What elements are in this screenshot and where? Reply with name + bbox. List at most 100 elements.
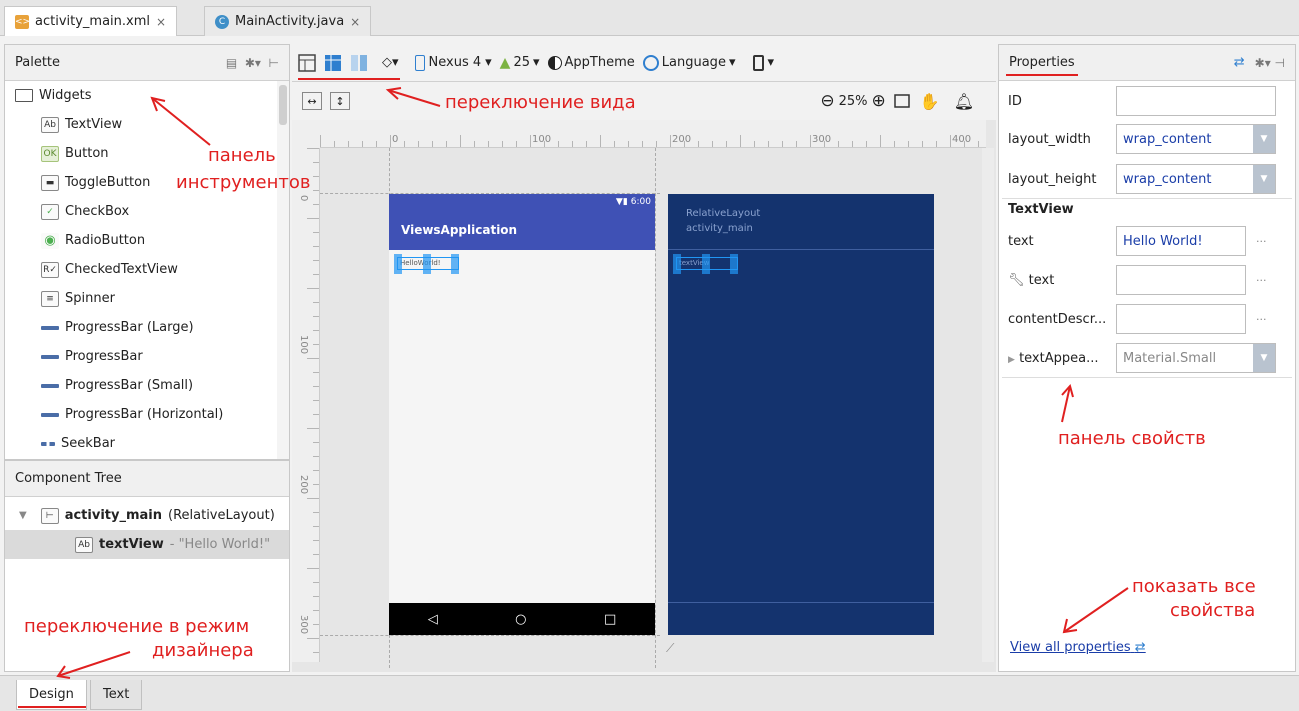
zoom-fit-icon[interactable] bbox=[894, 88, 910, 114]
recents-icon[interactable]: □ bbox=[604, 612, 616, 627]
prop-row-text: text Hello World! ··· bbox=[1002, 222, 1292, 260]
chevron-down-icon[interactable]: ▼ bbox=[1253, 125, 1275, 153]
palette-item[interactable]: ProgressBar (Large) bbox=[15, 313, 275, 342]
canvas-scrollbar[interactable] bbox=[982, 148, 994, 662]
palette-item-label: RadioButton bbox=[65, 233, 146, 248]
text-field[interactable]: Hello World! bbox=[1116, 226, 1246, 256]
more-icon[interactable]: ··· bbox=[1256, 274, 1267, 287]
prop-label-content-description: contentDescr... bbox=[1008, 311, 1107, 327]
close-icon[interactable]: × bbox=[156, 15, 166, 29]
device-selector[interactable]: Nexus 4 ▾ bbox=[414, 50, 492, 76]
tree-node-textview[interactable]: Ab textView - "Hello World!" bbox=[5, 530, 289, 559]
palette-item[interactable]: ✓ CheckBox bbox=[15, 197, 275, 226]
palette-item[interactable]: ◉ RadioButton bbox=[15, 226, 275, 255]
view-all-properties-link[interactable]: View all properties ⇄ bbox=[1010, 640, 1146, 655]
view-all-label: View all properties bbox=[1010, 640, 1131, 655]
prop-label-tools-text: 🔧︎ text bbox=[1002, 273, 1116, 288]
palette-scrollbar[interactable] bbox=[277, 81, 289, 459]
progress-icon bbox=[41, 325, 59, 330]
resize-handle-icon[interactable]: ⟋ bbox=[666, 641, 674, 656]
blueprint-view-icon[interactable] bbox=[324, 50, 342, 76]
design-view-icon[interactable] bbox=[298, 50, 316, 76]
textview-icon: Ab bbox=[75, 536, 93, 553]
layout-height-dropdown[interactable]: wrap_content ▼ bbox=[1116, 164, 1276, 194]
tree-node-activity-main[interactable]: ▼ ⊢ activity_main (RelativeLayout) bbox=[5, 501, 289, 530]
home-icon[interactable]: ○ bbox=[515, 612, 526, 627]
more-icon[interactable]: ··· bbox=[1256, 313, 1267, 326]
more-icon[interactable]: ··· bbox=[1256, 235, 1267, 248]
device-frame-icon bbox=[753, 54, 765, 71]
expand-arrow-icon[interactable]: ▼ bbox=[19, 510, 27, 521]
palette-item[interactable]: ProgressBar (Horizontal) bbox=[15, 400, 275, 429]
orientation-icon[interactable]: ◇▾ bbox=[382, 50, 399, 76]
palette-category-widgets[interactable]: Widgets bbox=[15, 81, 275, 110]
prop-label-text-appearance[interactable]: ▶ textAppea... bbox=[1002, 351, 1116, 366]
tab-activity-main-xml[interactable]: <> activity_main.xml × bbox=[4, 6, 178, 36]
progress-icon bbox=[41, 383, 59, 388]
content-description-field[interactable] bbox=[1116, 304, 1246, 334]
palette-item[interactable]: ≡ Spinner bbox=[15, 284, 275, 313]
prop-row-text-appearance: ▶ textAppea... Material.Small ▼ bbox=[1002, 339, 1292, 377]
text-appearance-dropdown[interactable]: Material.Small ▼ bbox=[1116, 343, 1276, 373]
chevron-down-icon[interactable]: ▼ bbox=[1253, 344, 1275, 372]
check-icon: ✓ bbox=[41, 203, 59, 220]
section-textview: TextView bbox=[1008, 202, 1074, 217]
app-bar: ViewsApplication bbox=[389, 210, 655, 250]
zoom-out-icon[interactable]: ⊖ bbox=[820, 88, 834, 114]
gear-icon[interactable]: ✱▾ ⊣ bbox=[1255, 56, 1285, 70]
palette-item[interactable]: R✓ CheckedTextView bbox=[15, 255, 275, 284]
notification-bell-icon[interactable]: 🔔︎ bbox=[954, 88, 974, 114]
palette-item-label: ToggleButton bbox=[65, 175, 151, 190]
blueprint-preview[interactable]: RelativeLayout activity_main textView bbox=[668, 194, 934, 635]
id-field[interactable] bbox=[1116, 86, 1276, 116]
language-selector[interactable]: Language ▾ bbox=[642, 50, 735, 76]
pan-hand-icon[interactable]: ✋ bbox=[920, 88, 940, 114]
zoom-in-icon[interactable]: ⊕ bbox=[872, 88, 886, 114]
android-icon: ▲ bbox=[499, 54, 511, 71]
palette-item[interactable]: Ab TextView bbox=[15, 110, 275, 139]
tab-label: activity_main.xml bbox=[35, 14, 151, 29]
ruler-label: 100 bbox=[298, 335, 309, 355]
tab-text[interactable]: Text bbox=[90, 680, 143, 710]
category-label: Widgets bbox=[39, 88, 92, 103]
spinner-icon: ≡ bbox=[41, 290, 59, 307]
theme-selector[interactable]: AppTheme bbox=[547, 50, 635, 76]
relative-layout-icon: ⊢ bbox=[40, 507, 59, 524]
layout-width-value: wrap_content bbox=[1123, 131, 1212, 147]
fit-width-icon[interactable]: ↔ bbox=[302, 92, 322, 110]
back-icon[interactable]: ◁ bbox=[428, 612, 438, 627]
palette-header-icons[interactable]: ▤ ✱▾ ⊢ bbox=[226, 56, 279, 70]
annotation-view-switch: переключение вида bbox=[445, 92, 636, 113]
palette-item[interactable]: ProgressBar bbox=[15, 342, 275, 371]
swap-icon[interactable]: ⇄ bbox=[1234, 55, 1245, 70]
close-icon[interactable]: × bbox=[350, 15, 360, 29]
palette-item[interactable]: ProgressBar (Small) bbox=[15, 371, 275, 400]
underline-design bbox=[18, 706, 86, 708]
both-view-icon[interactable] bbox=[350, 50, 368, 76]
chevron-down-icon[interactable]: ▼ bbox=[1253, 165, 1275, 193]
properties-title: Properties bbox=[1009, 55, 1075, 70]
zoom-level: 25% bbox=[838, 93, 868, 109]
appearance-label: textAppea... bbox=[1019, 350, 1099, 366]
annotation-design-mode: переключение в режим bbox=[24, 616, 250, 637]
palette-item[interactable]: SeekBar bbox=[15, 429, 275, 458]
layout-width-dropdown[interactable]: wrap_content ▼ bbox=[1116, 124, 1276, 154]
signal-battery-icon: ▼▮ bbox=[615, 197, 628, 207]
device-label: Nexus 4 bbox=[428, 55, 482, 70]
expand-arrow-icon[interactable]: ▶ bbox=[1008, 355, 1015, 365]
device-preview[interactable]: ▼▮ 6:00 ViewsApplication HelloWorld! ◁ ○… bbox=[389, 194, 655, 635]
tab-mainactivity-java[interactable]: C MainActivity.java × bbox=[204, 6, 372, 36]
palette-list: Widgets Ab TextView OK Button ▬ ToggleButton ✓… bbox=[5, 81, 275, 458]
design-canvas[interactable]: 0 100 200 300 400 0 100 200 300 ▼▮ 6:00 ViewsAp… bbox=[292, 120, 996, 672]
tree-root-type: (RelativeLayout) bbox=[168, 508, 275, 523]
bottom-tab-bar: Design Text bbox=[0, 675, 1299, 711]
api-selector[interactable]: ▲ 25 ▾ bbox=[500, 50, 540, 76]
component-tree-header: Component Tree bbox=[5, 461, 289, 497]
appearance-value: Material.Small bbox=[1123, 350, 1217, 366]
device-frame-selector[interactable]: ▾ bbox=[753, 50, 774, 76]
fit-height-icon[interactable]: ↕ bbox=[330, 92, 350, 110]
seek-icon bbox=[41, 441, 55, 446]
palette-item-label: CheckedTextView bbox=[65, 262, 178, 277]
component-tree-title: Component Tree bbox=[15, 471, 122, 486]
tools-text-field[interactable] bbox=[1116, 265, 1246, 295]
